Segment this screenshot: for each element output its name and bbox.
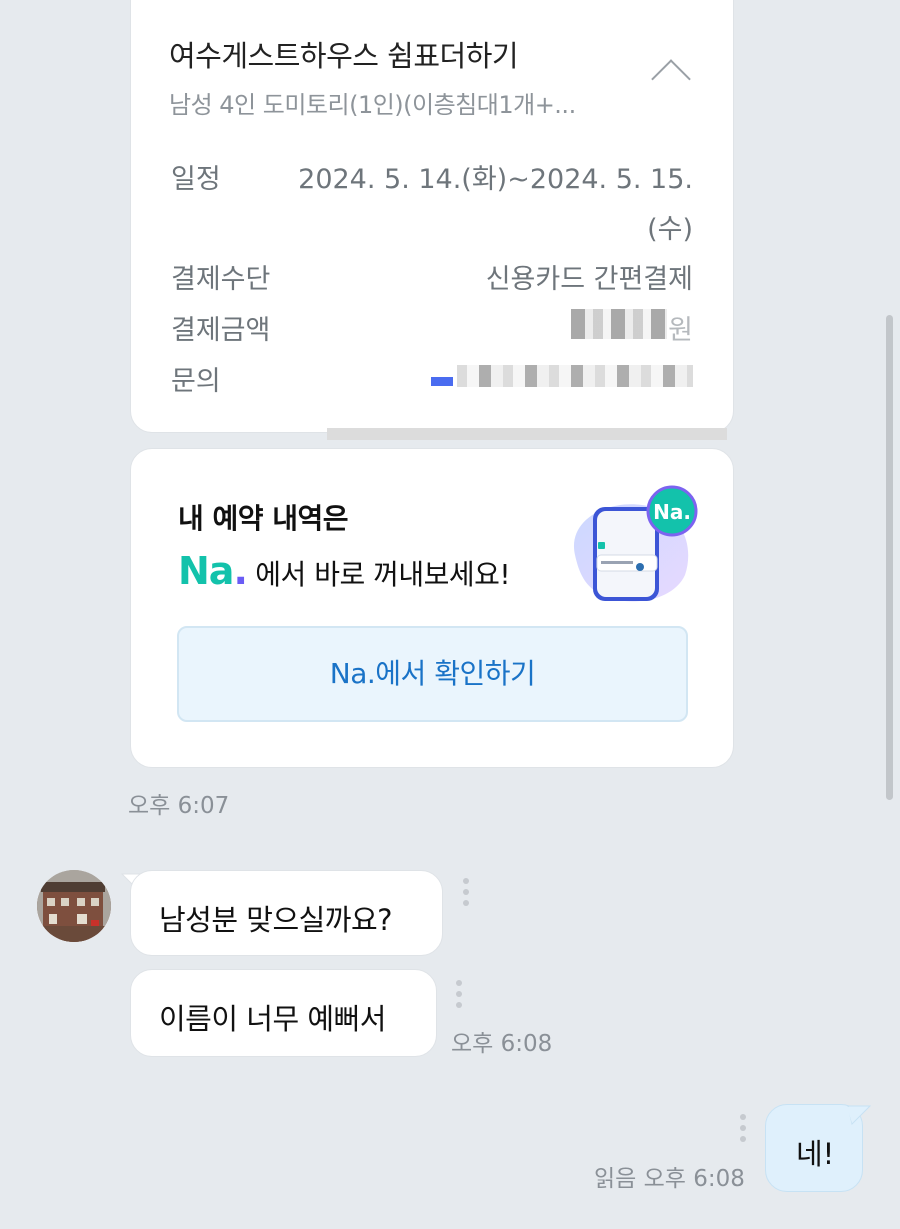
message-options-icon[interactable]	[463, 878, 469, 911]
read-receipt-timestamp: 읽음 오후 6:08	[594, 1166, 745, 1192]
reservation-card: 여수게스트하우스 쉼표더하기 남성 4인 도미토리(1인)(이층침대1개+...…	[130, 0, 734, 433]
schedule-value-weekday: (수)	[647, 214, 693, 245]
inquiry-label: 문의	[171, 366, 221, 397]
payment-amount-currency: 원	[668, 315, 693, 346]
redaction-shadow	[327, 428, 727, 440]
avatar[interactable]	[37, 870, 111, 942]
na-promo-text: Na. 에서 바로 꺼내보세요!	[178, 549, 511, 593]
message-timestamp: 오후 6:08	[451, 1031, 553, 1057]
schedule-label: 일정	[171, 164, 221, 195]
incoming-message-bubble[interactable]: 남성분 맞으실까요?	[130, 870, 443, 956]
na-badge-text: Na.	[653, 500, 691, 524]
scrollbar[interactable]	[886, 315, 893, 800]
payment-amount-label: 결제금액	[171, 315, 271, 346]
na-promo-card: 내 예약 내역은 Na. 에서 바로 꺼내보세요! Na. Na.에서 확인하기	[130, 448, 734, 768]
phone-illustration-icon: Na.	[573, 485, 698, 602]
na-promo-heading: 내 예약 내역은	[178, 502, 349, 535]
incoming-message-bubble[interactable]: 이름이 너무 예뻐서	[130, 969, 437, 1057]
na-promo-line2: 에서 바로 꺼내보세요!	[246, 558, 511, 591]
payment-method-value: 신용카드 간편결제	[485, 264, 693, 295]
chevron-up-icon[interactable]	[651, 59, 691, 99]
message-options-icon[interactable]	[740, 1114, 746, 1147]
redacted-amount	[571, 309, 667, 339]
na-logo: Na.	[178, 549, 248, 593]
redacted-contact-fragment	[431, 377, 453, 386]
message-timestamp: 오후 6:07	[128, 793, 230, 819]
payment-method-label: 결제수단	[171, 264, 271, 295]
reservation-room-type: 남성 4인 도미토리(1인)(이층침대1개+...	[169, 91, 576, 119]
open-in-na-button[interactable]: Na.에서 확인하기	[177, 626, 688, 722]
message-options-icon[interactable]	[456, 980, 462, 1013]
redacted-contact	[457, 365, 693, 387]
schedule-value: 2024. 5. 14.(화)~2024. 5. 15.	[298, 164, 693, 195]
reservation-title: 여수게스트하우스 쉼표더하기	[169, 39, 519, 73]
bubble-tail	[847, 1105, 872, 1125]
